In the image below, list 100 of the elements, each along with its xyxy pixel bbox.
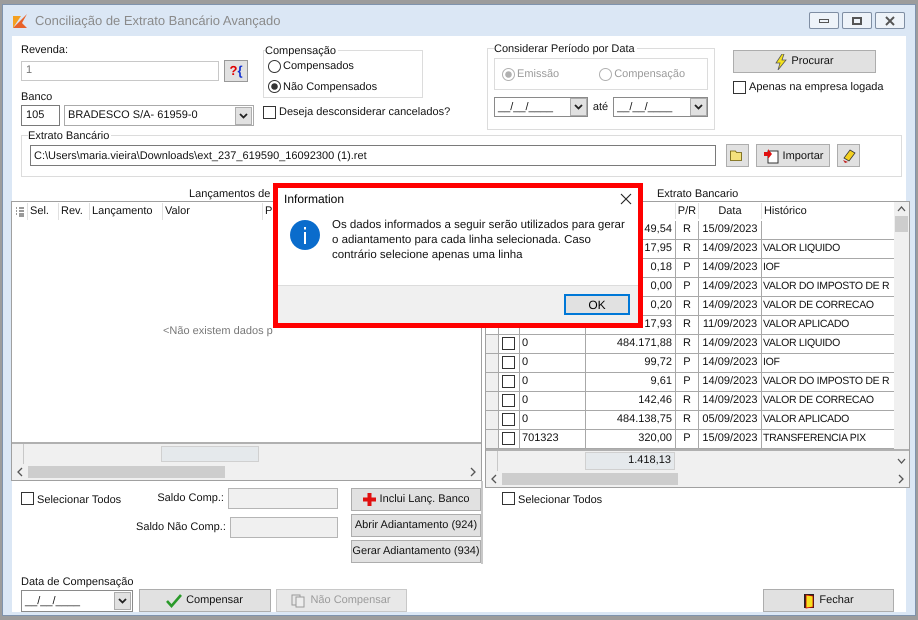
table-cell-text: 14/09/2023 xyxy=(702,374,758,390)
table-cell-text: 0 xyxy=(522,374,528,390)
cross-icon xyxy=(362,492,376,506)
table-cell-text: R xyxy=(682,317,691,332)
table-cell-text: R xyxy=(682,393,691,408)
column-header[interactable]: Lançamento xyxy=(89,203,162,220)
action-button[interactable]: Inclui Lanç. Banco xyxy=(351,488,481,511)
table-cell-text: P xyxy=(683,355,691,370)
table-cell-text: VALOR DE CORRECAO xyxy=(762,392,874,408)
action-button[interactable]: Abrir Adiantamento (924) xyxy=(351,514,481,537)
minimize-button[interactable] xyxy=(809,12,839,29)
checkbox[interactable] xyxy=(263,106,276,119)
import-button[interactable]: Importar xyxy=(756,144,830,168)
ok-button[interactable]: OK xyxy=(564,294,630,315)
row-checkbox[interactable] xyxy=(502,413,516,426)
column-header[interactable]: Valor xyxy=(162,203,262,220)
maximize-button[interactable] xyxy=(842,12,872,29)
field-label: Data de Compensação xyxy=(21,574,134,590)
bank-dropdown[interactable]: BRADESCO S/A- 61959-0 xyxy=(64,105,254,126)
table-cell-text: TRANSFERENCIA PIX xyxy=(762,430,866,446)
radio-button[interactable] xyxy=(268,60,281,73)
close-button[interactable] xyxy=(875,12,905,29)
radio-label: Compensação xyxy=(614,66,686,82)
column-header[interactable]: Rev. xyxy=(58,203,89,220)
date-from-dropdown[interactable]: __/__/____ xyxy=(494,97,588,117)
table-cell-text: 17,93 xyxy=(644,317,672,332)
column-header[interactable]: Sel. xyxy=(27,203,58,220)
dropdown-caret-button[interactable] xyxy=(235,106,252,124)
checkbox[interactable] xyxy=(733,80,746,94)
vertical-scrollbar[interactable] xyxy=(894,202,909,449)
scroll-thumb[interactable] xyxy=(502,472,678,485)
close-window-button[interactable]: Fechar xyxy=(763,589,894,612)
search-button[interactable]: Procurar xyxy=(733,50,876,73)
close-icon[interactable] xyxy=(620,193,632,205)
clear-button[interactable] xyxy=(837,144,860,168)
checkbox[interactable] xyxy=(21,492,34,505)
dropdown-caret-button[interactable] xyxy=(114,592,131,610)
row-checkbox[interactable] xyxy=(502,375,516,388)
total-cell: 1.418,13 xyxy=(584,452,675,470)
table-cell-text: 484.138,75 xyxy=(616,412,672,428)
column-menu-icon[interactable] xyxy=(15,206,25,217)
table-cell-text: 15/09/2023 xyxy=(702,431,758,446)
field-label: Saldo Não Comp.: xyxy=(136,520,226,535)
row-checkbox[interactable] xyxy=(502,337,516,350)
table-cell-text: VALOR APLICADO xyxy=(762,316,850,332)
column-header[interactable]: Histórico xyxy=(760,202,892,220)
table-cell-text: VALOR LIQUIDO xyxy=(762,240,840,256)
row-checkbox[interactable] xyxy=(502,356,516,370)
documents-icon xyxy=(291,594,306,608)
table-cell-text: VALOR DO IMPOSTO DE R xyxy=(762,374,890,389)
table-cell-text: IOF xyxy=(762,260,780,275)
table-cell-text: 14/09/2023 xyxy=(702,393,758,408)
table-cell-text: 142,46 xyxy=(638,393,672,408)
dropdown-caret-button[interactable] xyxy=(690,98,707,116)
horizontal-scrollbar[interactable] xyxy=(12,464,481,480)
dialog-title: Information xyxy=(284,191,344,208)
radio-label: Compensados xyxy=(283,59,354,74)
table-cell-text: R xyxy=(682,298,691,314)
balance-field[interactable] xyxy=(230,516,338,538)
column-header[interactable]: Data xyxy=(698,202,761,220)
table-cell-text: 11/09/2023 xyxy=(702,317,758,332)
table-cell-text: 484.171,88 xyxy=(616,336,672,352)
field-label: Revenda: xyxy=(21,43,70,58)
table-cell-text: VALOR DO IMPOSTO DE R xyxy=(762,278,890,294)
close-icon xyxy=(884,16,896,26)
table-cell-text: R xyxy=(682,412,691,428)
table-cell-text: R xyxy=(682,222,691,238)
scroll-thumb[interactable] xyxy=(895,216,908,232)
caret-icon xyxy=(694,104,703,110)
window-title: Conciliação de Extrato Bancário Avançado xyxy=(35,12,280,30)
checkbox-label: Apenas na empresa logada xyxy=(749,80,884,95)
row-checkbox[interactable] xyxy=(502,432,516,446)
empty-grid-message: <Não existem dados p xyxy=(163,324,273,340)
door-icon xyxy=(803,592,816,608)
dropdown-caret-button[interactable] xyxy=(570,98,587,116)
date-to-dropdown[interactable]: __/__/____ xyxy=(613,97,708,117)
compensation-date-dropdown[interactable]: __/__/____ xyxy=(21,590,133,612)
table-cell-text: 14/09/2023 xyxy=(702,260,758,276)
balance-field[interactable] xyxy=(228,488,338,509)
checkbox-label: Deseja desconsiderar cancelados? xyxy=(279,105,450,120)
column-header[interactable]: P/R xyxy=(674,202,698,220)
table-cell-text: 14/09/2023 xyxy=(702,355,758,370)
action-button[interactable]: Gerar Adiantamento (934) xyxy=(351,540,481,563)
scroll-thumb[interactable] xyxy=(28,466,225,478)
eraser-icon xyxy=(840,148,856,164)
import-document-icon xyxy=(762,148,779,164)
table-cell-text: 17,95 xyxy=(644,241,672,256)
open-folder-button[interactable] xyxy=(726,144,749,168)
horizontal-scrollbar[interactable] xyxy=(486,470,909,487)
row-checkbox[interactable] xyxy=(502,394,516,408)
minimize-icon xyxy=(819,18,829,22)
bank-code-field[interactable]: 105 xyxy=(21,105,60,126)
table-cell-text: 14/09/2023 xyxy=(702,241,758,256)
compensate-button[interactable]: Compensar xyxy=(138,589,271,612)
checkbox[interactable] xyxy=(502,492,515,505)
caret-icon xyxy=(118,598,127,604)
group-title: Considerar Período por Data xyxy=(494,41,637,58)
file-path-field[interactable]: C:\Users\maria.vieira\Downloads\ext_237_619590_16092300 (1).ret xyxy=(30,145,716,166)
table-cell-text: 49,54 xyxy=(644,222,672,238)
radio-button[interactable] xyxy=(268,80,281,94)
